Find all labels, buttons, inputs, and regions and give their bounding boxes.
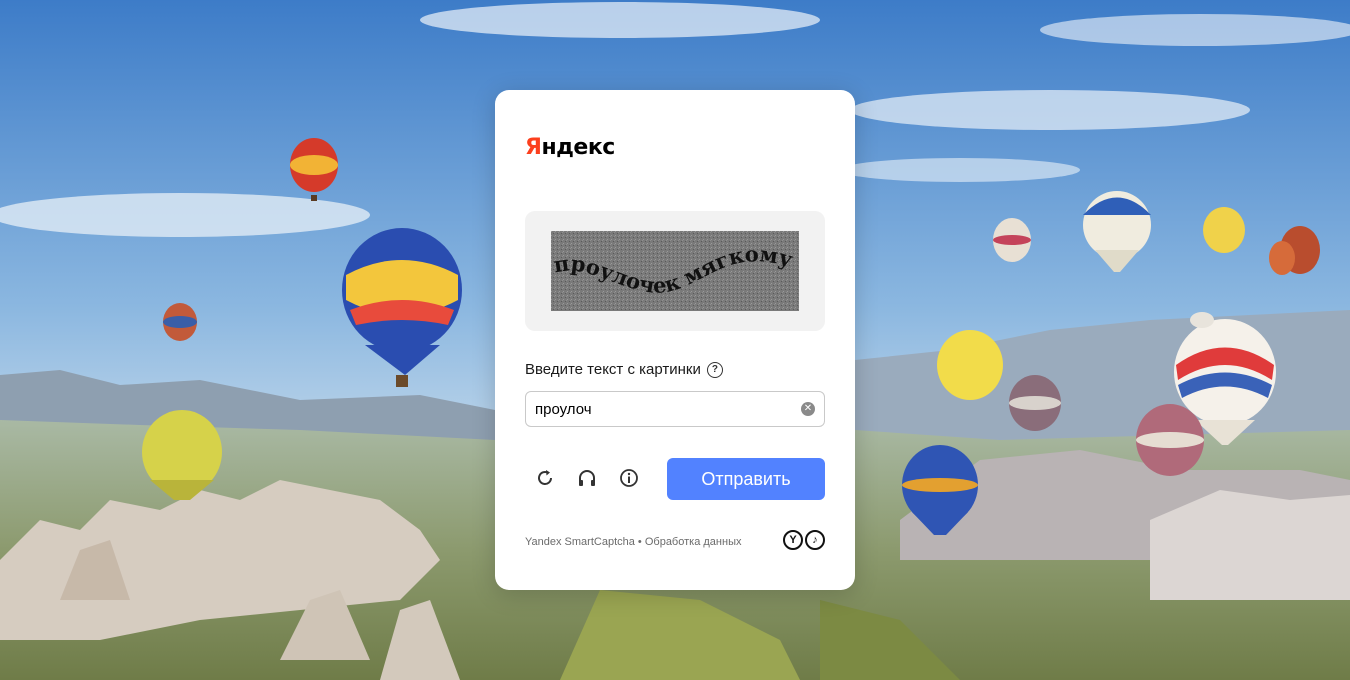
captcha-image: проулочек мягкому (551, 231, 799, 311)
yandex-y-icon[interactable]: Y (783, 530, 803, 550)
audio-headphones-icon[interactable] (576, 467, 598, 489)
question-circle-icon[interactable]: ? (706, 361, 723, 378)
yandex-logo: Яндекс (525, 135, 615, 160)
info-icon[interactable] (618, 467, 640, 489)
captcha-image-container: проулочек мягкому (525, 211, 825, 331)
footer-brand: Yandex SmartCaptcha (525, 536, 635, 548)
prompt-label: Введите текст с картинки (525, 361, 701, 378)
logo-first-letter: Я (525, 135, 542, 160)
captcha-card: Яндекс проулочек мягкому Введите текст с… (495, 90, 855, 590)
prompt-row: Введите текст с картинки ? (525, 361, 723, 378)
submit-button[interactable]: Отправить (667, 458, 825, 500)
captcha-distorted-text-graphic: проулочек мягкому (551, 231, 799, 311)
captcha-text-input[interactable] (535, 392, 795, 426)
privacy-link[interactable]: Обработка данных (645, 536, 742, 548)
captcha-input-field: ✕ (525, 391, 825, 427)
footer: Yandex SmartCaptcha • Обработка данных (525, 536, 741, 548)
logo-rest: ндекс (541, 135, 615, 160)
clear-circle-icon[interactable]: ✕ (801, 402, 815, 416)
footer-separator: • (637, 536, 642, 548)
yandex-badges: Y ♪ (783, 530, 825, 550)
refresh-icon[interactable] (534, 467, 556, 489)
yandex-music-icon[interactable]: ♪ (805, 530, 825, 550)
